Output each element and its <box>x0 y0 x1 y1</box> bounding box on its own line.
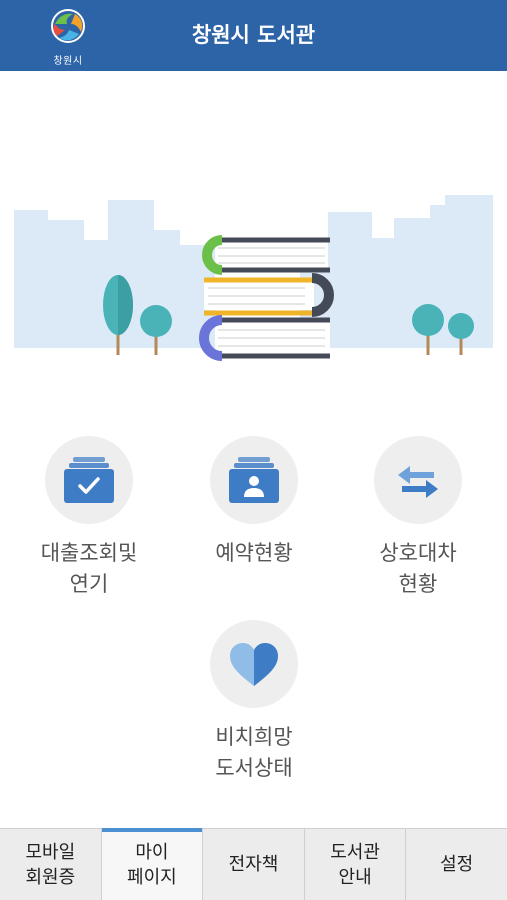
tab-my-page[interactable]: 마이 페이지 <box>100 828 203 900</box>
checkbox-folder-icon <box>64 457 114 503</box>
reservation-icon-circle <box>210 436 298 524</box>
reservation-status-button[interactable]: 예약현황 <box>174 436 334 569</box>
hope-book-icon-circle <box>210 620 298 708</box>
heart-icon <box>230 643 278 686</box>
books-city-illustration <box>0 190 507 370</box>
interlibrary-loan-icon-circle <box>374 436 462 524</box>
tab-settings[interactable]: 설정 <box>405 829 507 900</box>
page-title: 창원시 도서관 <box>191 23 316 47</box>
user-folder-icon <box>229 457 279 503</box>
reservation-status-label: 예약현황 <box>215 541 293 565</box>
hope-book-status-label: 비치희망 도서상태 <box>215 725 293 780</box>
bottom-tab-bar: 모바일 회원증 마이 페이지 전자책 도서관 안내 설정 <box>0 828 507 900</box>
tab-ebook[interactable]: 전자책 <box>202 829 304 900</box>
loan-inquiry-label: 대출조회및 연기 <box>40 541 138 596</box>
interlibrary-loan-label: 상호대차 현황 <box>379 541 457 596</box>
tab-mobile-membership-card[interactable]: 모바일 회원증 <box>0 829 101 900</box>
tab-library-guide[interactable]: 도서관 안내 <box>303 829 406 900</box>
hope-book-status-button[interactable]: 비치희망 도서상태 <box>174 620 334 784</box>
exchange-arrows-icon <box>398 466 438 498</box>
app-header: 창원시 창원시 도서관 <box>0 0 507 71</box>
loan-inquiry-extension-button[interactable]: 대출조회및 연기 <box>9 436 169 600</box>
interlibrary-loan-status-button[interactable]: 상호대차 현황 <box>338 436 498 600</box>
loan-inquiry-icon-circle <box>45 436 133 524</box>
